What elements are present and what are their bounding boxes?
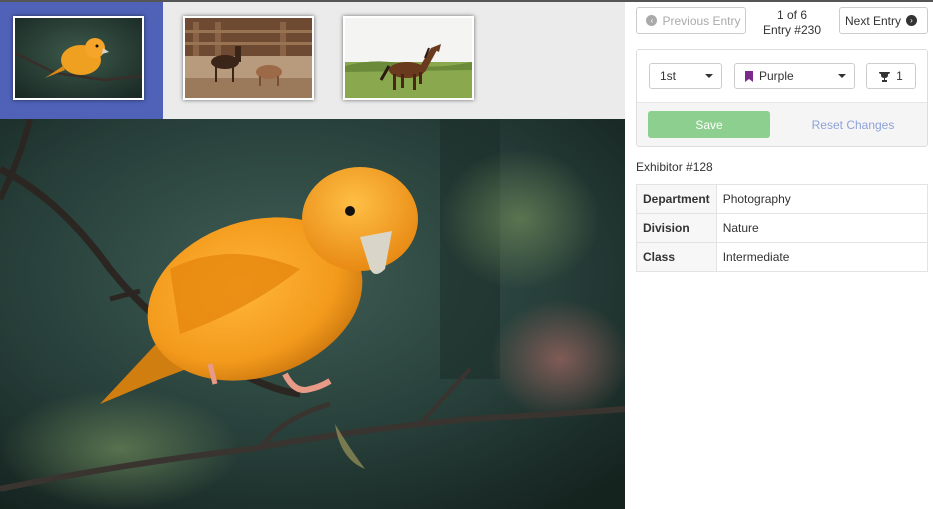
exhibitor-label: Exhibitor #128 [636, 160, 713, 174]
trophy-icon [879, 71, 891, 82]
table-row: Department Photography [636, 184, 929, 214]
table-row: Division Nature [636, 213, 929, 243]
chevron-right-circle-icon: › [906, 15, 917, 26]
entry-details-table: Department Photography Division Nature C… [636, 184, 929, 272]
thumbnail-canary[interactable] [13, 16, 144, 100]
detail-label: Class [636, 242, 717, 272]
horse-thumbnail-image [345, 18, 472, 98]
canary-photo [0, 119, 625, 509]
place-value: 1st [660, 69, 677, 83]
thumbnail-foal-and-donkey[interactable] [183, 16, 314, 100]
canary-thumbnail-image [15, 18, 142, 98]
save-button[interactable]: Save [648, 111, 770, 138]
detail-value: Intermediate [715, 242, 929, 272]
reset-changes-link[interactable]: Reset Changes [797, 111, 909, 138]
bookmark-icon [745, 70, 753, 82]
chevron-left-circle-icon: ‹ [646, 15, 658, 26]
previous-entry-button[interactable]: ‹ Previous Entry [636, 7, 746, 34]
foal-thumbnail-image [185, 18, 312, 98]
ribbon-value: Purple [759, 69, 794, 83]
chevron-down-icon [838, 74, 846, 78]
detail-label: Department [636, 184, 717, 214]
next-entry-button[interactable]: Next Entry › [839, 7, 928, 34]
entry-position: 1 of 6 [776, 8, 808, 22]
ribbon-select[interactable]: Purple [734, 63, 855, 89]
entry-number: Entry #230 [762, 23, 822, 37]
place-select[interactable]: 1st [649, 63, 722, 89]
next-entry-label: Next Entry [844, 13, 901, 28]
detail-label: Division [636, 213, 717, 243]
trophy-count: 1 [896, 69, 903, 83]
award-panel: 1st Purple 1 Save Reset Changes [636, 49, 928, 147]
chevron-down-icon [705, 74, 713, 78]
trophy-button[interactable]: 1 [866, 63, 916, 89]
main-entry-image [0, 119, 625, 509]
previous-entry-label: Previous Entry [662, 13, 741, 28]
table-row: Class Intermediate [636, 242, 929, 272]
award-actions: Save Reset Changes [637, 102, 927, 146]
detail-value: Photography [715, 184, 929, 214]
award-controls: 1st Purple 1 [637, 50, 927, 102]
thumbnail-running-horse[interactable] [343, 16, 474, 100]
entry-pager: 1 of 6 Entry #230 [752, 8, 832, 38]
detail-value: Nature [715, 213, 929, 243]
entry-panel: ‹ Previous Entry 1 of 6 Entry #230 Next … [625, 2, 933, 509]
thumbnail-strip [0, 2, 625, 119]
